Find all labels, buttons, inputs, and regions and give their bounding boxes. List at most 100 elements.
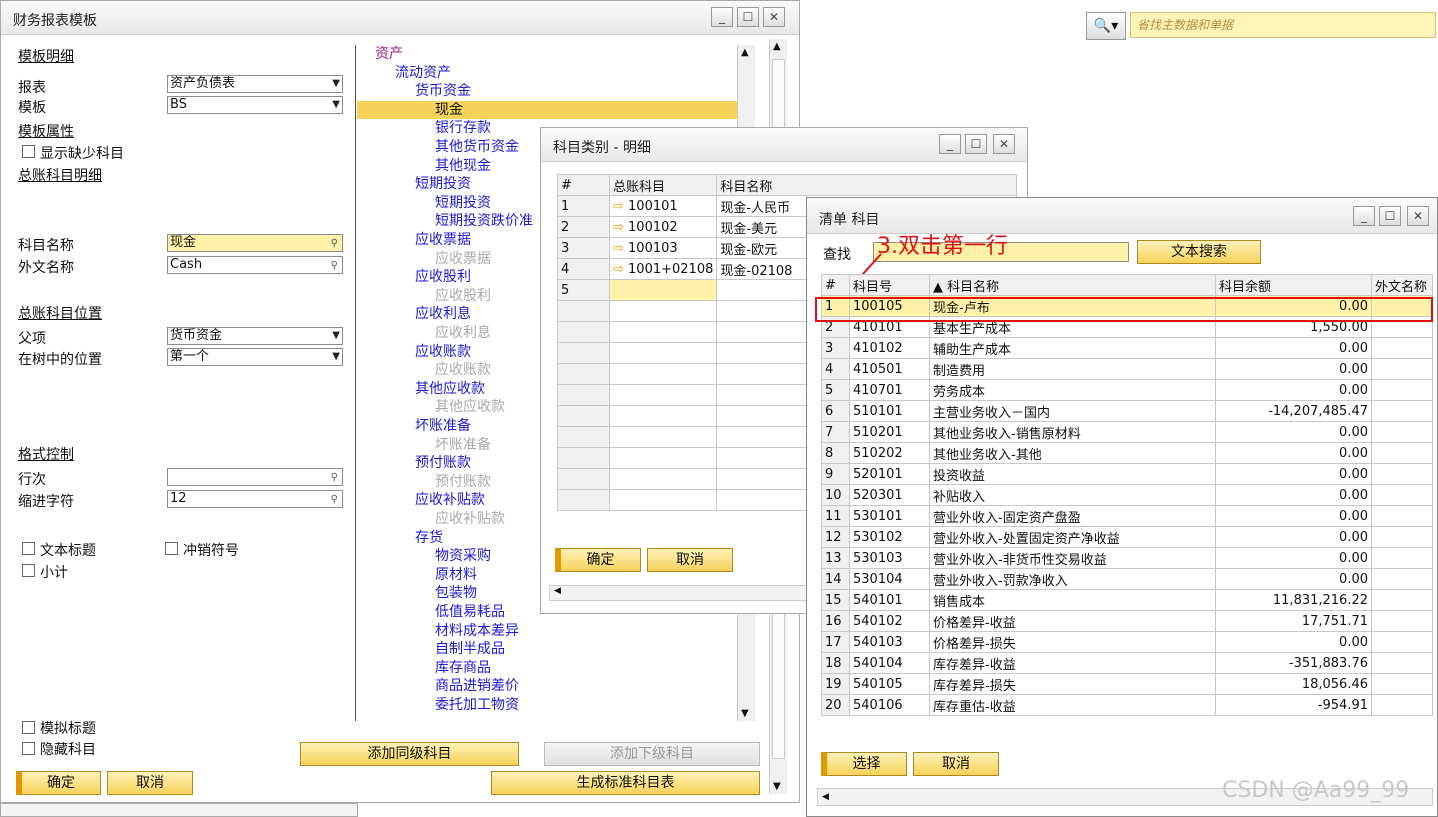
hide-account-checkbox[interactable] bbox=[22, 742, 35, 755]
add-sibling-button[interactable]: 添加同级科目 bbox=[300, 742, 519, 766]
row-number-field[interactable]: ⚲ bbox=[167, 468, 343, 486]
tree-node[interactable]: 预付账款 bbox=[435, 473, 491, 492]
table-row[interactable]: 4 410501 制造费用 0.00 bbox=[821, 358, 1433, 380]
tree-node[interactable]: 应收补贴款 bbox=[415, 491, 485, 510]
balance[interactable]: -14,207,485.47 bbox=[1215, 400, 1372, 422]
account-no[interactable]: 520101 bbox=[849, 463, 930, 485]
table-row[interactable]: 10 520301 补贴收入 0.00 bbox=[821, 484, 1433, 506]
gl-cell[interactable]: ⇨ 100102 bbox=[608, 216, 718, 238]
account-name[interactable]: 其他业务收入-销售原材料 bbox=[929, 421, 1216, 443]
account-no[interactable]: 510202 bbox=[849, 442, 930, 464]
account-name[interactable]: 营业外收入-处置固定资产净收益 bbox=[929, 526, 1216, 548]
tree-node[interactable]: 物资采购 bbox=[435, 547, 491, 566]
tree-node[interactable]: 应收补贴款 bbox=[435, 510, 505, 529]
account-no[interactable]: 530102 bbox=[849, 526, 930, 548]
account-name[interactable]: 营业外收入-固定资产盘盈 bbox=[929, 505, 1216, 527]
account-name[interactable]: 价格差异-损失 bbox=[929, 631, 1216, 653]
account-name[interactable]: 投资收益 bbox=[929, 463, 1216, 485]
table-row[interactable]: 14 530104 营业外收入-罚款净收入 0.00 bbox=[821, 568, 1433, 590]
foreign-name-field[interactable]: Cash ⚲ bbox=[167, 256, 343, 274]
table-row[interactable]: 3 410102 辅助生产成本 0.00 bbox=[821, 337, 1433, 359]
gl-cell[interactable]: ⇨ 100101 bbox=[608, 195, 718, 217]
table-row[interactable]: 17 540103 价格差异-损失 0.00 bbox=[821, 631, 1433, 653]
account-name[interactable]: 库存差异-收益 bbox=[929, 652, 1216, 674]
account-no[interactable]: 510101 bbox=[849, 400, 930, 422]
tree-node[interactable]: 预付账款 bbox=[415, 454, 471, 473]
account-name[interactable]: 辅助生产成本 bbox=[929, 337, 1216, 359]
table-row[interactable]: 19 540105 库存差异-损失 18,056.46 bbox=[821, 673, 1433, 695]
cat-hscrollbar[interactable]: ◀ bbox=[549, 585, 809, 601]
account-name[interactable]: 制造费用 bbox=[929, 358, 1216, 380]
scroll-down-icon[interactable]: ▼ bbox=[741, 708, 749, 719]
foreign-cell[interactable] bbox=[1371, 526, 1433, 548]
account-no[interactable]: 540105 bbox=[849, 673, 930, 695]
table-row[interactable]: 7 510201 其他业务收入-销售原材料 0.00 bbox=[821, 421, 1433, 443]
tree-node[interactable]: 应收票据 bbox=[435, 250, 491, 269]
close-icon[interactable]: ✕ bbox=[1407, 206, 1429, 226]
balance[interactable]: 0.00 bbox=[1215, 337, 1372, 359]
account-name[interactable]: 库存重估-收益 bbox=[929, 694, 1216, 716]
tree-node[interactable]: 货币资金 bbox=[415, 82, 471, 101]
subtotal-checkbox[interactable] bbox=[22, 564, 35, 577]
table-row[interactable]: 11 530101 营业外收入-固定资产盘盈 0.00 bbox=[821, 505, 1433, 527]
text-search-button[interactable]: 文本搜索 bbox=[1137, 240, 1261, 264]
account-no[interactable]: 540104 bbox=[849, 652, 930, 674]
tree-node[interactable]: 库存商品 bbox=[435, 659, 491, 678]
table-row[interactable]: 18 540104 库存差异-收益 -351,883.76 bbox=[821, 652, 1433, 674]
template-select[interactable]: BS ▼ bbox=[167, 96, 343, 114]
global-search-input[interactable]: 省找主数据和单据 bbox=[1130, 12, 1436, 38]
balance[interactable]: 17,751.71 bbox=[1215, 610, 1372, 632]
account-name[interactable]: 营业外收入-罚款净收入 bbox=[929, 568, 1216, 590]
balance[interactable]: 0.00 bbox=[1215, 463, 1372, 485]
balance[interactable]: 0.00 bbox=[1215, 505, 1372, 527]
account-no[interactable]: 540102 bbox=[849, 610, 930, 632]
col-balance[interactable]: 科目余额 bbox=[1215, 274, 1372, 296]
tree-node[interactable]: 流动资产 bbox=[395, 64, 451, 83]
tree-node[interactable]: 委托加工物资 bbox=[435, 696, 519, 715]
tree-node[interactable]: 其他货币资金 bbox=[435, 138, 519, 157]
tree-node[interactable]: 存货 bbox=[415, 529, 443, 548]
account-no[interactable]: 410501 bbox=[849, 358, 930, 380]
tree-node[interactable]: 原材料 bbox=[435, 566, 477, 585]
tree-node[interactable]: 资产 bbox=[375, 45, 403, 64]
scroll-down-icon[interactable]: ▼ bbox=[773, 781, 781, 792]
balance[interactable]: 0.00 bbox=[1215, 379, 1372, 401]
col-gl[interactable]: 总账科目 bbox=[608, 174, 718, 196]
tree-node[interactable]: 应收票据 bbox=[415, 231, 471, 250]
close-icon[interactable]: ✕ bbox=[763, 7, 785, 27]
add-child-button[interactable]: 添加下级科目 bbox=[544, 742, 760, 766]
choose-button[interactable]: 选择 bbox=[821, 752, 907, 776]
table-row[interactable]: 13 530103 营业外收入-非货币性交易收益 0.00 bbox=[821, 547, 1433, 569]
minimize-icon[interactable]: _ bbox=[939, 134, 961, 154]
tree-node[interactable]: 短期投资 bbox=[435, 194, 491, 213]
balance[interactable]: 0.00 bbox=[1215, 568, 1372, 590]
account-name[interactable]: 其他业务收入-其他 bbox=[929, 442, 1216, 464]
balance[interactable]: 0.00 bbox=[1215, 484, 1372, 506]
cat-ok-button[interactable]: 确定 bbox=[555, 548, 641, 572]
gl-cell[interactable]: ⇨ 100103 bbox=[608, 237, 718, 259]
tree-node[interactable]: 现金 bbox=[357, 100, 737, 120]
foreign-cell[interactable] bbox=[1371, 673, 1433, 695]
minimize-icon[interactable]: _ bbox=[1353, 206, 1375, 226]
tree-node[interactable]: 应收股利 bbox=[435, 287, 491, 306]
foreign-cell[interactable] bbox=[1371, 463, 1433, 485]
foreign-cell[interactable] bbox=[1371, 421, 1433, 443]
table-row[interactable]: 20 540106 库存重估-收益 -954.91 bbox=[821, 694, 1433, 716]
foreign-cell[interactable] bbox=[1371, 337, 1433, 359]
maximize-icon[interactable]: ☐ bbox=[965, 134, 987, 154]
account-no[interactable]: 510201 bbox=[849, 421, 930, 443]
table-row[interactable]: 8 510202 其他业务收入-其他 0.00 bbox=[821, 442, 1433, 464]
account-no[interactable]: 530101 bbox=[849, 505, 930, 527]
tree-node[interactable]: 其他现金 bbox=[435, 157, 491, 176]
scroll-up-icon[interactable]: ▲ bbox=[741, 47, 749, 58]
account-no[interactable]: 410102 bbox=[849, 337, 930, 359]
account-no[interactable]: 530104 bbox=[849, 568, 930, 590]
balance[interactable]: 0.00 bbox=[1215, 631, 1372, 653]
gl-cell[interactable] bbox=[608, 279, 718, 301]
table-row[interactable]: 6 510101 主营业务收入－国内 -14,207,485.47 bbox=[821, 400, 1433, 422]
balance[interactable]: 0.00 bbox=[1215, 358, 1372, 380]
foreign-cell[interactable] bbox=[1371, 442, 1433, 464]
report-select[interactable]: 资产负债表 ▼ bbox=[167, 75, 343, 93]
text-title-checkbox[interactable] bbox=[22, 542, 35, 555]
col-account-no[interactable]: 科目号 bbox=[849, 274, 930, 296]
